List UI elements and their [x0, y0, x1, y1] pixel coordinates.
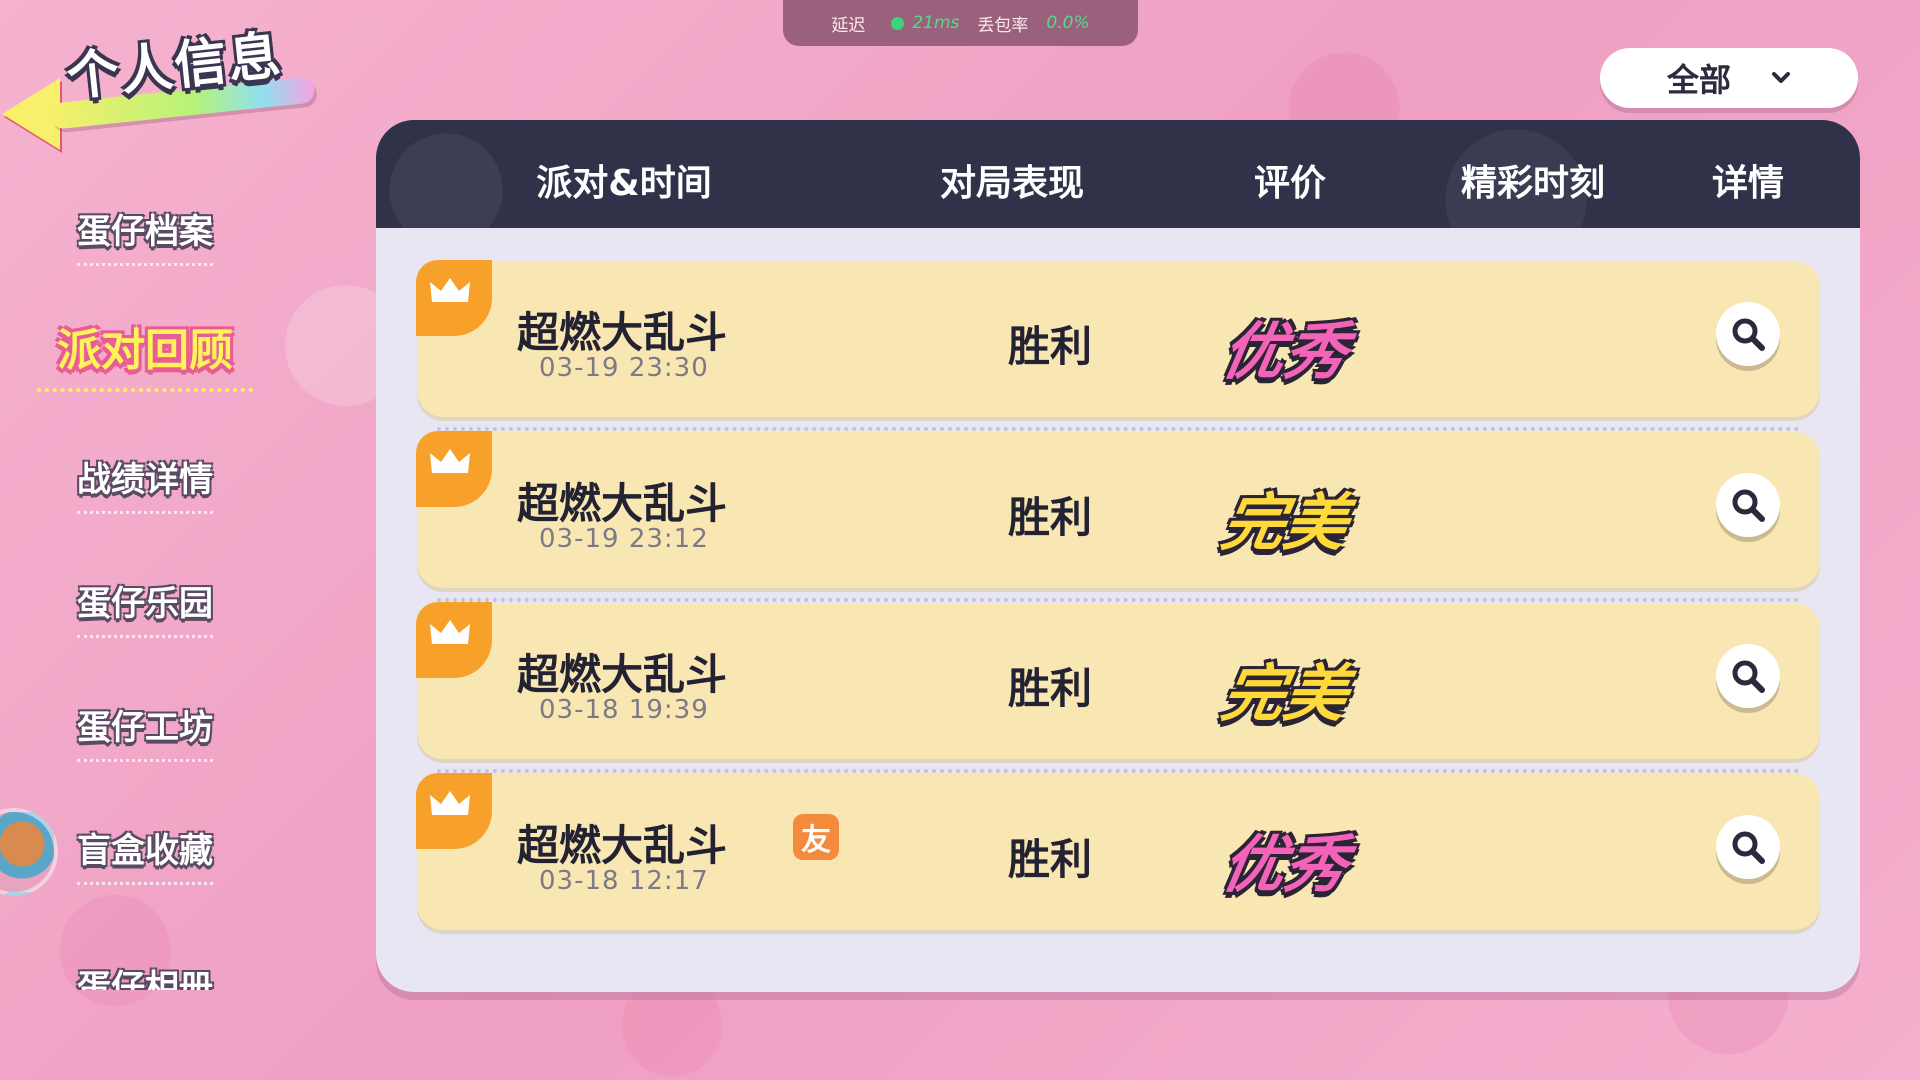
rating-grade: 优秀 — [1216, 828, 1354, 901]
sidebar-item-label: 蛋仔档案 — [77, 204, 213, 266]
mode-name: 超燃大乱斗 — [517, 821, 728, 870]
table-header: 派对&时间 对局表现 评价 精彩时刻 详情 — [376, 120, 1860, 228]
view-details-button[interactable] — [1716, 302, 1780, 366]
search-icon — [1732, 489, 1765, 522]
sidebar-item-label: 战绩详情 — [77, 452, 213, 514]
rating-grade: 优秀 — [1216, 315, 1354, 388]
sidebar-item-album[interactable]: 蛋仔相册 — [0, 960, 290, 990]
search-icon — [1732, 318, 1765, 351]
sidebar-item-eggy-park[interactable]: 蛋仔乐园 — [0, 572, 290, 642]
match-result: 胜利 — [1008, 493, 1093, 542]
column-header-highlights: 精彩时刻 — [1460, 163, 1606, 204]
column-header-party-time: 派对&时间 — [536, 163, 712, 204]
crown-icon — [430, 449, 470, 473]
network-status-bar: 延迟 21ms 丢包率 0.0% — [783, 0, 1138, 46]
match-result: 胜利 — [1008, 835, 1093, 884]
mode-name: 超燃大乱斗 — [517, 308, 728, 357]
sidebar-item-label: 蛋仔相册 — [77, 960, 213, 990]
sidebar-item-label: 盲盒收藏 — [77, 823, 213, 885]
crown-badge — [416, 602, 492, 678]
crown-badge — [416, 260, 492, 336]
crown-icon — [430, 791, 470, 815]
table-row[interactable]: 超燃大乱斗 03-18 19:39 胜利 完美 — [416, 602, 1820, 773]
match-result: 胜利 — [1008, 664, 1093, 713]
page-header: 个人信息 — [0, 20, 330, 150]
table-row[interactable]: 超燃大乱斗 03-19 23:30 胜利 优秀 — [416, 260, 1820, 431]
rating-grade: 完美 — [1216, 486, 1354, 559]
friend-badge: 友 — [793, 814, 839, 860]
mode-name: 超燃大乱斗 — [517, 650, 728, 699]
view-details-button[interactable] — [1716, 473, 1780, 537]
column-header-performance: 对局表现 — [939, 163, 1085, 204]
match-result: 胜利 — [1008, 322, 1093, 371]
crown-icon — [430, 278, 470, 302]
crown-badge — [416, 773, 492, 849]
search-icon — [1732, 660, 1765, 693]
filter-dropdown[interactable]: 全部 — [1600, 48, 1858, 108]
sidebar-item-label: 蛋仔乐园 — [77, 576, 213, 638]
match-time: 03-19 23:12 — [539, 524, 709, 554]
latency-value: 21ms — [912, 13, 960, 33]
packet-loss-label: 丢包率 — [977, 15, 1029, 36]
mode-name: 超燃大乱斗 — [517, 479, 728, 528]
sidebar-item-blind-box[interactable]: 盲盒收藏 — [0, 819, 290, 889]
sidebar-item-workshop[interactable]: 蛋仔工坊 — [0, 696, 290, 766]
crown-icon — [430, 620, 470, 644]
column-header-rating: 评价 — [1253, 163, 1327, 204]
table-row[interactable]: 超燃大乱斗 03-19 23:12 胜利 完美 — [416, 431, 1820, 602]
chevron-down-icon — [1772, 72, 1790, 83]
table-row[interactable]: 超燃大乱斗 友 03-18 12:17 胜利 优秀 — [416, 773, 1820, 930]
sidebar-item-label: 蛋仔工坊 — [77, 700, 213, 762]
packet-loss-value: 0.0% — [1046, 13, 1090, 33]
latency-group: 21ms — [883, 13, 959, 33]
view-details-button[interactable] — [1716, 815, 1780, 879]
sidebar: 蛋仔档案 派对回顾 战绩详情 蛋仔乐园 蛋仔工坊 盲盒收藏 蛋仔相册 — [0, 200, 300, 990]
rating-grade: 完美 — [1216, 657, 1354, 730]
match-time: 03-18 19:39 — [539, 695, 709, 725]
match-time: 03-18 12:17 — [539, 866, 709, 896]
sidebar-item-battle-details[interactable]: 战绩详情 — [0, 448, 290, 518]
filter-selected-value: 全部 — [1666, 61, 1731, 99]
crown-badge — [416, 431, 492, 507]
status-dot-icon — [891, 16, 905, 30]
sidebar-item-label: 派对回顾 — [37, 314, 253, 392]
sidebar-item-profile[interactable]: 蛋仔档案 — [0, 200, 290, 270]
party-review-panel: 派对&时间 对局表现 评价 精彩时刻 详情 超燃大乱斗 03-19 23:30 … — [376, 120, 1860, 992]
search-icon — [1732, 831, 1765, 864]
latency-label: 延迟 — [831, 15, 866, 36]
view-details-button[interactable] — [1716, 644, 1780, 708]
column-header-details: 详情 — [1711, 163, 1785, 204]
sidebar-item-party-review[interactable]: 派对回顾 — [0, 318, 290, 392]
match-time: 03-19 23:30 — [539, 353, 709, 383]
